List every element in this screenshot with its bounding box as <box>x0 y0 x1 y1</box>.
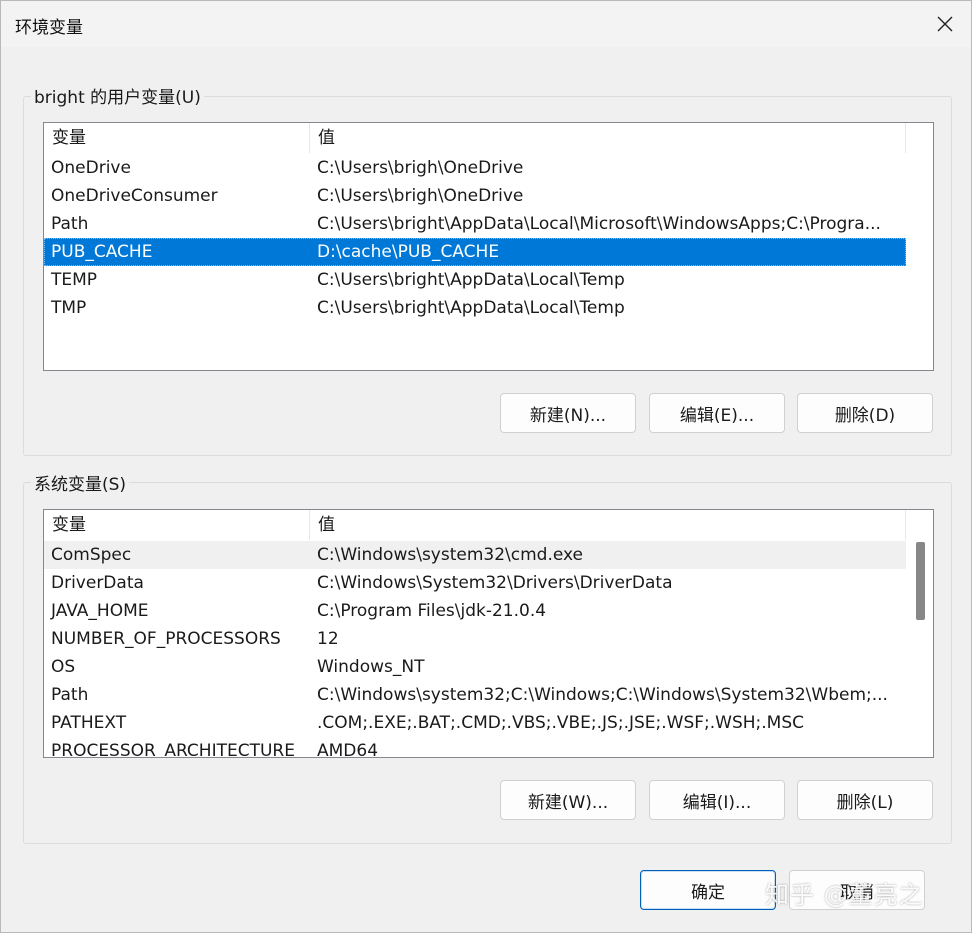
variable-name: PROCESSOR_ARCHITECTURE <box>51 741 295 758</box>
variable-value: C:\Users\brigh\OneDrive <box>317 186 524 206</box>
table-row[interactable]: Path C:\Windows\system32;C:\Windows;C:\Wi… <box>44 681 906 709</box>
column-header-value[interactable]: 值 <box>310 510 906 540</box>
scrollbar-thumb[interactable] <box>916 542 925 620</box>
variable-value: C:\Program Files\jdk-21.0.4 <box>317 601 547 621</box>
variable-value: C:\Windows\system32\cmd.exe <box>317 545 584 565</box>
table-row[interactable]: Path C:\Users\bright\AppData\Local\Micros… <box>44 210 906 238</box>
column-header-value[interactable]: 值 <box>310 123 906 153</box>
table-row[interactable]: TEMP C:\Users\bright\AppData\Local\Temp <box>44 266 906 294</box>
title-bar[interactable]: 环境变量 <box>1 1 971 47</box>
variable-name: Path <box>51 214 89 234</box>
system-vars-rows: ComSpec C:\Windows\system32\cmd.exe Driver… <box>44 541 906 758</box>
variable-value: .COM;.EXE;.BAT;.CMD;.VBS;.VBE;.JS;.JSE;.… <box>317 713 805 733</box>
variable-value: AMD64 <box>317 741 379 758</box>
system-vars-header: 变量 值 <box>44 510 906 540</box>
system-edit-button[interactable]: 编辑(I)... <box>649 780 785 820</box>
variable-value: D:\cache\PUB_CACHE <box>317 242 500 262</box>
system-vars-group-label: 系统变量(S) <box>31 470 130 495</box>
user-new-button[interactable]: 新建(N)... <box>500 393 636 433</box>
variable-name: JAVA_HOME <box>51 601 149 621</box>
user-vars-header: 变量 值 <box>44 123 906 153</box>
user-edit-button[interactable]: 编辑(E)... <box>649 393 785 433</box>
ok-button[interactable]: 确定 <box>640 870 776 910</box>
system-new-button[interactable]: 新建(W)... <box>500 780 636 820</box>
system-delete-button[interactable]: 删除(L) <box>797 780 933 820</box>
table-row[interactable]: OneDriveConsumer C:\Users\brigh\OneDrive <box>44 182 906 210</box>
variable-name: NUMBER_OF_PROCESSORS <box>51 629 281 649</box>
table-row[interactable]: OS Windows_NT <box>44 653 906 681</box>
column-header-name[interactable]: 变量 <box>44 123 310 153</box>
variable-value: C:\Windows\system32;C:\Windows;C:\Window… <box>317 685 888 705</box>
variable-value: C:\Windows\System32\Drivers\DriverData <box>317 573 673 593</box>
env-vars-dialog: 环境变量 bright 的用户变量(U) 变量 值 OneDrive C:\Use… <box>0 0 972 933</box>
variable-name: TEMP <box>51 270 98 290</box>
variable-value: C:\Users\bright\AppData\Local\Microsoft\… <box>317 214 881 234</box>
variable-value: C:\Users\bright\AppData\Local\Temp <box>317 270 625 290</box>
table-row[interactable]: OneDrive C:\Users\brigh\OneDrive <box>44 154 906 182</box>
table-row[interactable]: DriverData C:\Windows\System32\Drivers\Dr… <box>44 569 906 597</box>
variable-value: Windows_NT <box>317 657 425 677</box>
column-header-name[interactable]: 变量 <box>44 510 310 540</box>
table-row[interactable]: ComSpec C:\Windows\system32\cmd.exe <box>44 541 906 569</box>
table-row[interactable]: TMP C:\Users\bright\AppData\Local\Temp <box>44 294 906 322</box>
variable-value: C:\Users\bright\AppData\Local\Temp <box>317 298 625 318</box>
table-row[interactable]: JAVA_HOME C:\Program Files\jdk-21.0.4 <box>44 597 906 625</box>
variable-name: DriverData <box>51 573 144 593</box>
variable-value: C:\Users\brigh\OneDrive <box>317 158 524 178</box>
variable-name: OneDrive <box>51 158 131 178</box>
variable-name: ComSpec <box>51 545 132 565</box>
cancel-button[interactable]: 取消 <box>789 870 925 910</box>
user-vars-group-label: bright 的用户变量(U) <box>31 83 204 108</box>
user-vars-list[interactable]: 变量 值 OneDrive C:\Users\brigh\OneDrive OneD… <box>43 122 934 371</box>
close-button[interactable] <box>919 1 971 47</box>
variable-name: TMP <box>51 298 87 318</box>
table-row[interactable]: PATHEXT .COM;.EXE;.BAT;.CMD;.VBS;.VBE;.JS… <box>44 709 906 737</box>
variable-name: Path <box>51 685 89 705</box>
header-filler <box>906 123 933 153</box>
system-vars-scrollbar[interactable] <box>910 540 933 757</box>
system-vars-list[interactable]: 变量 值 ComSpec C:\Windows\system32\cmd.exe D… <box>43 509 934 758</box>
variable-name: PUB_CACHE <box>51 242 153 262</box>
variable-value: 12 <box>317 629 339 649</box>
table-row[interactable]: NUMBER_OF_PROCESSORS 12 <box>44 625 906 653</box>
variable-name: OneDriveConsumer <box>51 186 218 206</box>
user-delete-button[interactable]: 删除(D) <box>797 393 933 433</box>
variable-name: PATHEXT <box>51 713 127 733</box>
table-row[interactable]: PUB_CACHE D:\cache\PUB_CACHE <box>44 238 906 266</box>
variable-name: OS <box>51 657 76 677</box>
user-vars-rows: OneDrive C:\Users\brigh\OneDrive OneDriveC… <box>44 154 906 322</box>
header-filler <box>906 510 933 540</box>
table-row[interactable]: PROCESSOR_ARCHITECTURE AMD64 <box>44 737 906 758</box>
window-title: 环境变量 <box>15 18 83 38</box>
close-icon <box>937 16 953 32</box>
